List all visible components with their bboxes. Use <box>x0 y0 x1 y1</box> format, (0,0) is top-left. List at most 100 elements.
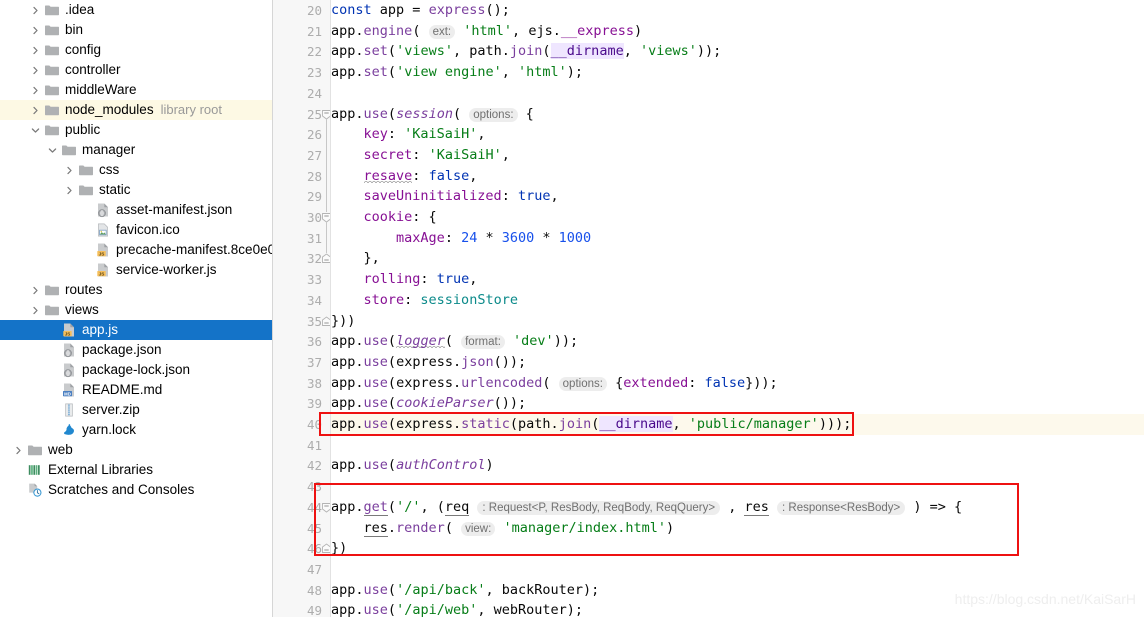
tree-item-asset-manifest-json[interactable]: asset-manifest.json <box>0 200 272 220</box>
folder-icon <box>44 2 60 18</box>
json-file-icon <box>61 362 77 378</box>
code-line-29[interactable]: saveUninitialized: true, <box>331 186 559 207</box>
tree-item-label: Scratches and Consoles <box>48 482 195 497</box>
tree-item-label: yarn.lock <box>82 422 137 437</box>
code-line-48[interactable]: app.use('/api/back', backRouter); <box>331 580 599 601</box>
code-line-40[interactable]: app.use(express.static(path.join(__dirna… <box>331 414 851 435</box>
line-number: 36 <box>306 334 322 350</box>
tree-item-package-json[interactable]: package.json <box>0 340 272 360</box>
tree-item-app-js[interactable]: JS app.js <box>0 320 272 340</box>
chevron-right-icon[interactable] <box>30 305 41 316</box>
svg-text:MD: MD <box>64 391 71 396</box>
code-line-42[interactable]: app.use(authControl) <box>331 455 494 476</box>
code-line-35[interactable]: })) <box>331 311 355 332</box>
line-number: 24 <box>306 85 322 101</box>
tree-item-label: app.js <box>82 322 119 337</box>
editor-gutter[interactable]: 20 21 22 23 24 25 26 27 28 29 30 31 32 33 34 35 36 37 38 39… <box>273 0 331 617</box>
code-editor[interactable]: 20 21 22 23 24 25 26 27 28 29 30 31 32 33 34 35 36 37 38 39… <box>273 0 1144 617</box>
tree-item-bin[interactable]: bin <box>0 20 272 40</box>
tree-item-label: config <box>65 42 102 57</box>
tree-item-web[interactable]: web <box>0 440 272 460</box>
tree-item-middleware[interactable]: middleWare <box>0 80 272 100</box>
code-line-25[interactable]: app.use(session( options: { <box>331 104 534 125</box>
tree-item-static[interactable]: static <box>0 180 272 200</box>
js-file-icon: JS <box>95 262 111 278</box>
chevron-down-icon[interactable] <box>47 145 58 156</box>
folder-icon <box>44 302 60 318</box>
code-line-27[interactable]: secret: 'KaiSaiH', <box>331 145 510 166</box>
tree-item-css[interactable]: css <box>0 160 272 180</box>
code-line-46[interactable]: }) <box>331 538 347 559</box>
tree-item-idea[interactable]: .idea <box>0 0 272 20</box>
tree-item-service-worker-js[interactable]: JS service-worker.js <box>0 260 272 280</box>
libraries-icon <box>27 462 43 478</box>
tree-item-label: favicon.ico <box>116 222 180 237</box>
tree-item-server-zip[interactable]: server.zip <box>0 400 272 420</box>
line-number: 48 <box>306 582 322 598</box>
code-line-36[interactable]: app.use(logger( format: 'dev')); <box>331 331 578 352</box>
tree-item-external-libraries[interactable]: External Libraries <box>0 460 272 480</box>
code-line-33[interactable]: rolling: true, <box>331 269 478 290</box>
image-file-icon <box>95 222 111 238</box>
tree-item-label: static <box>99 182 131 197</box>
chevron-right-icon[interactable] <box>30 45 41 56</box>
project-tree-sidebar[interactable]: .idea bin config controller middleWare node_m… <box>0 0 273 617</box>
code-line-22[interactable]: app.set('views', path.join(__dirname, 'v… <box>331 41 721 62</box>
code-line-32[interactable]: }, <box>331 248 380 269</box>
tree-item-config[interactable]: config <box>0 40 272 60</box>
folder-icon <box>44 62 60 78</box>
tree-item-manager[interactable]: manager <box>0 140 272 160</box>
chevron-right-icon[interactable] <box>30 65 41 76</box>
chevron-down-icon[interactable] <box>30 125 41 136</box>
code-line-37[interactable]: app.use(express.json()); <box>331 352 526 373</box>
tree-item-favicon-ico[interactable]: favicon.ico <box>0 220 272 240</box>
md-file-icon: MD <box>61 382 77 398</box>
code-line-49[interactable]: app.use('/api/web', webRouter); <box>331 600 583 617</box>
chevron-right-icon[interactable] <box>30 85 41 96</box>
chevron-right-icon[interactable] <box>30 285 41 296</box>
tree-item-precache-manifest-8ce0e0864[interactable]: JS precache-manifest.8ce0e0864 <box>0 240 272 260</box>
tree-item-node-modules[interactable]: node_modules library root <box>0 100 272 120</box>
code-line-30[interactable]: cookie: { <box>331 207 437 228</box>
watermark: https://blog.csdn.net/KaiSarH <box>954 591 1136 607</box>
code-line-39[interactable]: app.use(cookieParser()); <box>331 393 526 414</box>
line-number: 40 <box>306 417 322 432</box>
line-number: 33 <box>306 272 322 288</box>
code-line-23[interactable]: app.set('view engine', 'html'); <box>331 62 583 83</box>
code-line-28[interactable]: resave: false, <box>331 166 477 187</box>
tree-item-label: .idea <box>65 2 95 17</box>
tree-item-package-lock-json[interactable]: package-lock.json <box>0 360 272 380</box>
tree-item-label: service-worker.js <box>116 262 217 277</box>
tree-item-label: README.md <box>82 382 163 397</box>
tree-item-yarn-lock[interactable]: yarn.lock <box>0 420 272 440</box>
tree-item-controller[interactable]: controller <box>0 60 272 80</box>
code-line-26[interactable]: key: 'KaiSaiH', <box>331 124 486 145</box>
code-line-38[interactable]: app.use(express.urlencoded( options: {ex… <box>331 373 778 394</box>
chevron-right-icon[interactable] <box>30 105 41 116</box>
line-number: 47 <box>306 561 322 577</box>
folder-icon <box>44 82 60 98</box>
code-line-21[interactable]: app.engine( ext: 'html', ejs.__express) <box>331 21 642 42</box>
code-line-44[interactable]: app.get('/', (req : Request<P, ResBody, … <box>331 497 962 518</box>
chevron-right-icon[interactable] <box>64 185 75 196</box>
chevron-right-icon[interactable] <box>30 5 41 16</box>
chevron-right-icon[interactable] <box>13 445 24 456</box>
tree-item-label: precache-manifest.8ce0e0864 <box>116 242 272 257</box>
line-number: 42 <box>306 458 322 474</box>
tree-item-routes[interactable]: routes <box>0 280 272 300</box>
tree-item-label: node_modules <box>65 102 154 117</box>
tree-item-public[interactable]: public <box>0 120 272 140</box>
code-line-31[interactable]: maxAge: 24 * 3600 * 1000 <box>331 228 591 249</box>
tree-item-views[interactable]: views <box>0 300 272 320</box>
chevron-right-icon[interactable] <box>30 25 41 36</box>
tree-item-readme-md[interactable]: MD README.md <box>0 380 272 400</box>
line-number: 25 <box>306 106 322 122</box>
line-number: 43 <box>306 479 322 495</box>
code-line-34[interactable]: store: sessionStore <box>331 290 518 311</box>
tree-item-label: bin <box>65 22 84 37</box>
chevron-right-icon[interactable] <box>64 165 75 176</box>
tree-item-scratches-and-consoles[interactable]: Scratches and Consoles <box>0 480 272 500</box>
code-line-45[interactable]: res.render( view: 'manager/index.html') <box>331 518 674 539</box>
line-number: 20 <box>306 3 322 18</box>
code-line-20[interactable]: const app = express(); <box>331 0 510 21</box>
